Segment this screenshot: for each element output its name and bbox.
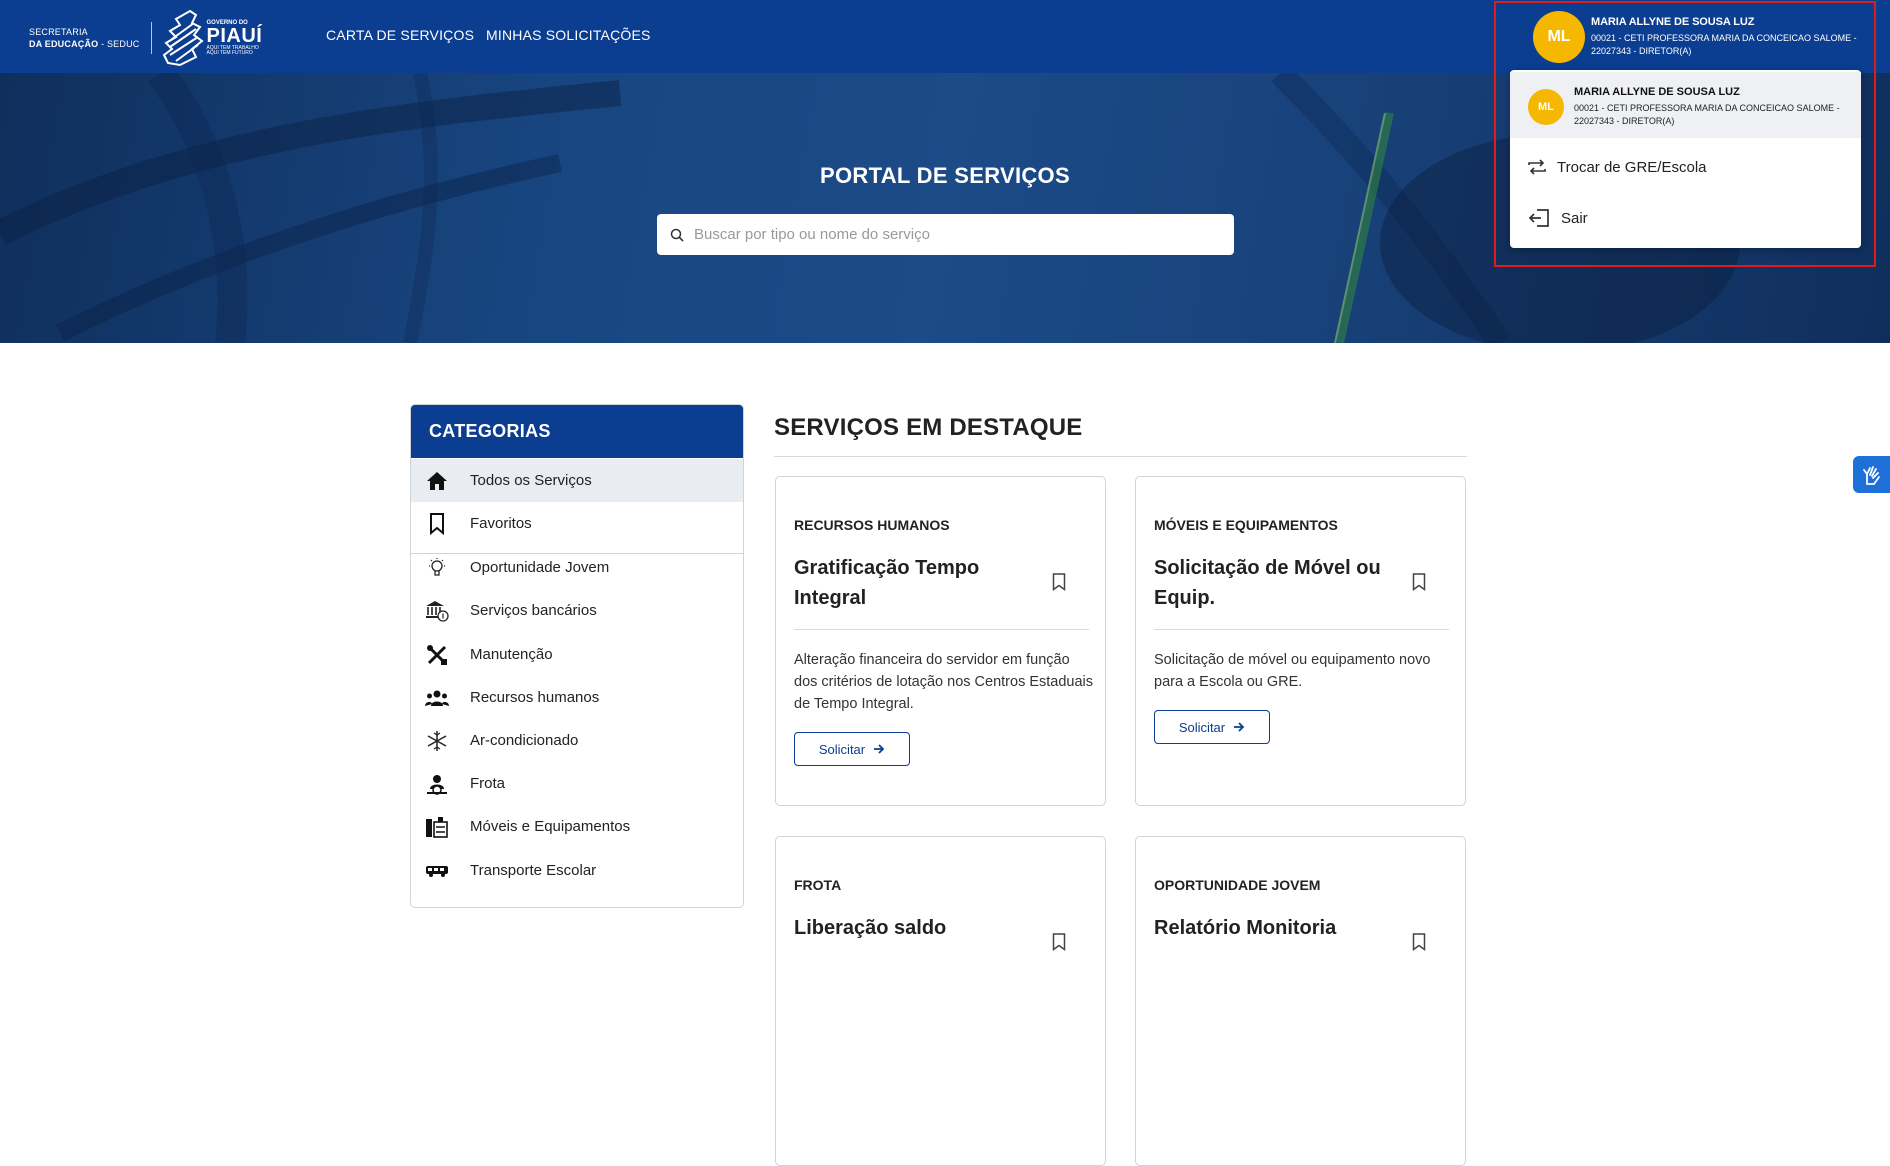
piaui-logo: GOVERNO DO PIAUÍ AQUI TEM TRABALHO AQUI … (162, 9, 262, 67)
service-description: Solicitação de móvel ou equipamento novo… (1154, 652, 1431, 690)
service-category: FROTA (794, 877, 842, 893)
logo-line-2-bold: DA EDUCAÇÃO (29, 39, 99, 49)
snowflake-icon (427, 730, 447, 751)
arrow-right-icon (1234, 722, 1245, 732)
service-category: MÓVEIS E EQUIPAMENTOS (1154, 517, 1338, 533)
category-ar-condicionado[interactable]: Ar-condicionado (411, 719, 743, 762)
card-divider (794, 629, 1089, 630)
bus-icon (426, 865, 448, 877)
driver-icon (427, 774, 447, 795)
category-label: Móveis e Equipamentos (470, 818, 631, 835)
swap-icon (1528, 159, 1546, 175)
category-label: Oportunidade Jovem (470, 559, 610, 576)
category-moveis-equipamentos[interactable]: Móveis e Equipamentos (411, 805, 743, 848)
service-title: Gratificação Tempo Integral (794, 557, 980, 609)
category-servicos-bancarios[interactable]: Serviços bancários (411, 589, 743, 632)
dropdown-user-name: MARIA ALLYNE DE SOUSA LUZ (1574, 86, 1740, 98)
logo-line-1: SECRETARIA (29, 27, 88, 37)
logo-divider (151, 22, 153, 54)
menu-item-label: Trocar de GRE/Escola (1557, 158, 1707, 176)
featured-services-title: SERVIÇOS EM DESTAQUE (774, 414, 1083, 441)
solicitar-button[interactable]: Solicitar (794, 732, 910, 766)
bookmark-icon[interactable] (1412, 573, 1426, 591)
category-label: Todos os Serviços (470, 472, 592, 489)
logo-gov-big: PIAUÍ (206, 25, 263, 47)
service-title: Liberação saldo (794, 917, 947, 939)
category-frota[interactable]: Frota (411, 762, 743, 805)
seduc-logo-text: SECRETARIA DA EDUCAÇÃO - SEDUC (29, 26, 139, 50)
category-label: Frota (470, 775, 506, 792)
service-category: RECURSOS HUMANOS (794, 517, 950, 533)
service-card: FROTA Liberação saldo (775, 836, 1106, 1166)
logo-tagline-2: AQUI TEM FUTURO (206, 50, 253, 56)
sign-language-icon (1862, 465, 1880, 485)
accessibility-button[interactable] (1853, 456, 1890, 493)
category-label: Favoritos (470, 515, 532, 532)
category-oportunidade-jovem[interactable]: Oportunidade Jovem (411, 546, 743, 589)
category-label: Recursos humanos (470, 689, 600, 706)
service-title: Relatório Monitoria (1154, 917, 1337, 939)
category-recursos-humanos[interactable]: Recursos humanos (411, 676, 743, 719)
category-favoritos[interactable]: Favoritos (411, 502, 743, 545)
search-input[interactable] (692, 225, 1216, 244)
category-label: Ar-condicionado (470, 732, 579, 749)
category-label: Manutenção (470, 646, 553, 663)
tools-icon (427, 644, 447, 665)
search-bar (657, 214, 1234, 255)
category-manutencao[interactable]: Manutenção (411, 633, 743, 676)
lightbulb-icon (429, 557, 445, 576)
logo-line-2-rest: - SEDUC (98, 39, 140, 49)
user-school: 00021 - CETI PROFESSORA MARIA DA CONCEIC… (1591, 33, 1857, 56)
nav-carta-de-servicos[interactable]: CARTA DE SERVIÇOS (326, 27, 474, 43)
featured-divider (774, 456, 1467, 457)
home-icon (427, 471, 447, 490)
seduc-logo[interactable]: SECRETARIA DA EDUCAÇÃO - SEDUC GOVERNO D… (29, 8, 262, 68)
menu-item-trocar-escola[interactable]: Trocar de GRE/Escola (1510, 147, 1861, 187)
category-label: Transporte Escolar (470, 862, 597, 879)
people-icon (425, 690, 449, 706)
dropdown-user-info: ML MARIA ALLYNE DE SOUSA LUZ 00021 - CET… (1510, 72, 1861, 138)
solicitar-button[interactable]: Solicitar (1154, 710, 1270, 744)
logout-icon (1528, 209, 1549, 227)
categories-title: CATEGORIAS (411, 405, 743, 458)
category-todos-os-servicos[interactable]: Todos os Serviços (411, 459, 743, 502)
user-name: MARIA ALLYNE DE SOUSA LUZ (1591, 16, 1755, 28)
service-category: OPORTUNIDADE JOVEM (1154, 877, 1321, 893)
nav-minhas-solicitacoes[interactable]: MINHAS SOLICITAÇÕES (486, 27, 651, 43)
menu-item-label: Sair (1561, 209, 1588, 227)
service-card: OPORTUNIDADE JOVEM Relatório Monitoria (1135, 836, 1466, 1166)
furniture-icon (426, 816, 448, 838)
menu-item-sair[interactable]: Sair (1510, 198, 1861, 238)
avatar: ML (1533, 11, 1585, 63)
search-icon (670, 228, 684, 242)
service-title: Solicitação de Móvel ou Equip. (1154, 557, 1381, 609)
category-label: Serviços bancários (470, 602, 597, 619)
service-description: Alteração financeira do servidor em funç… (794, 652, 1094, 712)
bookmark-icon[interactable] (1052, 933, 1066, 951)
bank-icon (426, 600, 449, 622)
service-card: MÓVEIS E EQUIPAMENTOS Solicitação de Móv… (1135, 476, 1466, 806)
solicitar-button-label: Solicitar (818, 741, 866, 757)
category-transporte-escolar[interactable]: Transporte Escolar (411, 849, 743, 892)
bookmark-icon[interactable] (1412, 933, 1426, 951)
user-menu-toggle[interactable]: ML MARIA ALLYNE DE SOUSA LUZ 00021 - CET… (1533, 11, 1873, 63)
solicitar-button-label: Solicitar (1178, 719, 1226, 735)
arrow-right-icon (874, 744, 885, 754)
bookmark-icon (430, 512, 444, 535)
dropdown-user-school: 00021 - CETI PROFESSORA MARIA DA CONCEIC… (1574, 103, 1840, 126)
dropdown-avatar: ML (1528, 89, 1564, 125)
bookmark-icon[interactable] (1052, 573, 1066, 591)
card-divider (1154, 629, 1449, 630)
piaui-map-icon (163, 9, 205, 67)
categories-panel: CATEGORIAS Todos os Serviços Favoritos O… (410, 404, 744, 908)
service-card: RECURSOS HUMANOS Gratificação Tempo Inte… (775, 476, 1106, 806)
user-dropdown-menu: ML MARIA ALLYNE DE SOUSA LUZ 00021 - CET… (1510, 70, 1861, 248)
